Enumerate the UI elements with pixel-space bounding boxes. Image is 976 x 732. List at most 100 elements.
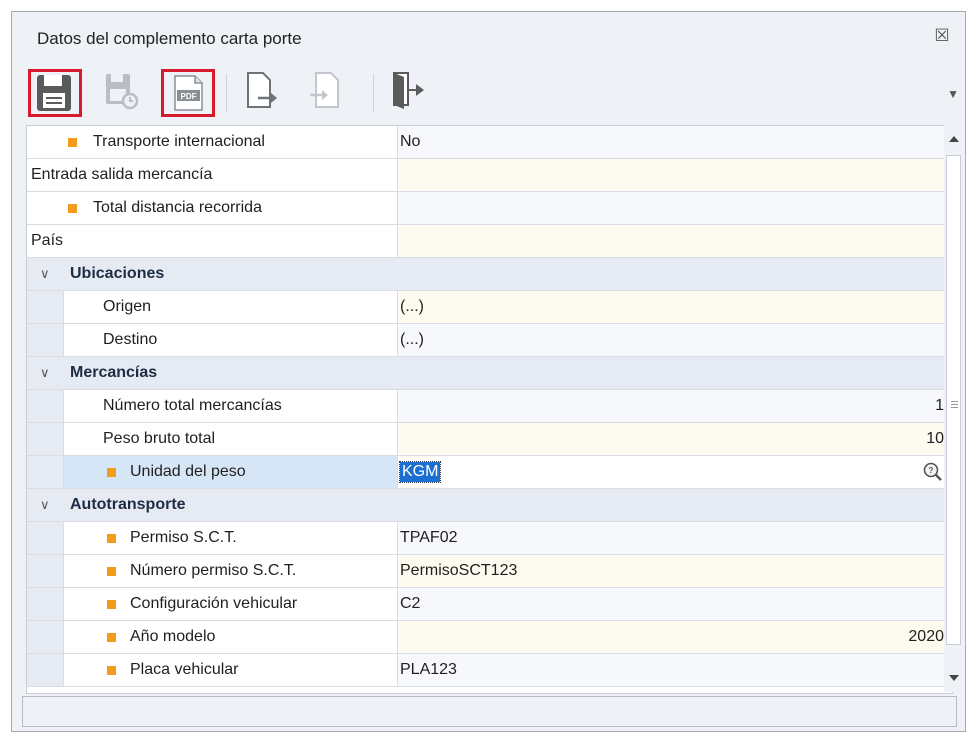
pdf-button[interactable]: PDF [161, 69, 215, 117]
scrollbar-thumb[interactable] [946, 155, 961, 645]
row-label: Entrada salida mercancía [31, 166, 213, 183]
row-value[interactable]: 2020 [397, 621, 952, 653]
save-close-button[interactable] [96, 69, 150, 117]
required-bullet-icon [107, 600, 116, 609]
grid-row-origen[interactable]: Origen (...) [27, 291, 952, 324]
row-value[interactable]: C2 [397, 588, 952, 620]
vertical-scrollbar[interactable] [944, 125, 963, 692]
property-grid: Transporte internacional No Entrada sali… [26, 125, 953, 694]
category-mercancias[interactable]: ∨ Mercancías [27, 357, 952, 390]
toolbar-separator [226, 74, 227, 112]
grid-row-unidad-del-peso[interactable]: Unidad del peso KGM ? [27, 456, 952, 489]
row-value[interactable]: PermisoSCT123 [397, 555, 952, 587]
row-indent [27, 456, 64, 488]
exit-button[interactable] [382, 69, 436, 117]
import-icon [310, 72, 339, 108]
grid-row-numero-total-mercancias[interactable]: Número total mercancías 1 [27, 390, 952, 423]
lookup-search-icon[interactable]: ? [922, 461, 944, 483]
required-bullet-icon [107, 666, 116, 675]
grid-row-total-distancia[interactable]: Total distancia recorrida [27, 192, 952, 225]
row-indent [27, 324, 64, 356]
row-value[interactable]: TPAF02 [397, 522, 952, 554]
row-value[interactable]: (...) [397, 324, 952, 356]
row-value[interactable]: PLA123 [397, 654, 952, 686]
export-icon [247, 72, 277, 108]
import-button[interactable] [302, 69, 356, 117]
required-bullet-icon [107, 633, 116, 642]
row-label: Permiso S.C.T. [130, 529, 237, 546]
row-label: Origen [103, 298, 152, 315]
row-value[interactable] [397, 225, 952, 257]
category-label: Ubicaciones [70, 265, 165, 282]
required-bullet-icon [68, 138, 77, 147]
row-label: País [31, 232, 64, 249]
row-value[interactable]: 10 [397, 423, 952, 455]
export-button[interactable] [236, 69, 290, 117]
toolbar-overflow-icon[interactable]: ▼ [947, 87, 959, 101]
grid-row-transporte-internacional[interactable]: Transporte internacional No [27, 126, 952, 159]
row-indent [27, 654, 64, 686]
pdf-icon: PDF [174, 75, 203, 111]
grid-row-permiso-sct[interactable]: Permiso S.C.T. TPAF02 [27, 522, 952, 555]
status-bar [22, 696, 957, 727]
row-indent [27, 390, 64, 422]
grid-row-placa-vehicular[interactable]: Placa vehicular PLA123 [27, 654, 952, 687]
exit-icon [393, 72, 424, 109]
row-label: Número total mercancías [103, 397, 282, 414]
required-bullet-icon [107, 468, 116, 477]
save-close-icon [106, 74, 139, 110]
chevron-down-icon[interactable]: ∨ [40, 258, 50, 290]
close-icon[interactable]: ☒ [933, 27, 951, 45]
required-bullet-icon [68, 204, 77, 213]
category-autotransporte[interactable]: ∨ Autotransporte [27, 489, 952, 522]
pdf-label: PDF [181, 92, 197, 101]
dialog-window: Datos del complemento carta porte ☒ PDF … [11, 11, 966, 732]
selected-value-text[interactable]: KGM [398, 461, 442, 483]
category-label: Mercancías [70, 364, 158, 381]
row-value[interactable]: (...) [397, 291, 952, 323]
row-label: Configuración vehicular [130, 595, 298, 612]
row-indent [27, 621, 64, 653]
unidad-peso-input[interactable]: KGM ? [397, 456, 952, 488]
row-label: Peso bruto total [103, 430, 216, 447]
row-label: Número permiso S.C.T. [130, 562, 297, 579]
category-label: Autotransporte [70, 496, 186, 513]
row-indent [27, 555, 64, 587]
row-label: Unidad del peso [130, 463, 246, 480]
required-bullet-icon [107, 534, 116, 543]
scroll-down-arrow-icon[interactable] [949, 675, 959, 681]
grid-row-entrada-salida[interactable]: Entrada salida mercancía [27, 159, 952, 192]
row-label: Total distancia recorrida [93, 199, 262, 216]
row-label: Placa vehicular [130, 661, 239, 678]
grid-row-pais[interactable]: País [27, 225, 952, 258]
row-value[interactable]: No [397, 126, 952, 158]
row-indent [27, 291, 64, 323]
save-button[interactable] [28, 69, 82, 117]
row-label: Transporte internacional [93, 133, 265, 150]
row-label: Destino [103, 331, 158, 348]
row-value[interactable]: 1 [397, 390, 952, 422]
row-indent [27, 522, 64, 554]
window-title: Datos del complemento carta porte [37, 29, 302, 48]
toolbar-separator [373, 74, 374, 112]
row-indent [27, 423, 64, 455]
row-label: Año modelo [130, 628, 216, 645]
title-bar: Datos del complemento carta porte ☒ [12, 12, 965, 62]
chevron-down-icon[interactable]: ∨ [40, 489, 50, 521]
grip-icon [951, 401, 958, 402]
row-value[interactable] [397, 159, 952, 191]
category-ubicaciones[interactable]: ∨ Ubicaciones [27, 258, 952, 291]
save-icon [37, 75, 71, 111]
grid-row-peso-bruto-total[interactable]: Peso bruto total 10 [27, 423, 952, 456]
svg-text:?: ? [929, 466, 934, 475]
grid-row-configuracion-vehicular[interactable]: Configuración vehicular C2 [27, 588, 952, 621]
row-indent [27, 588, 64, 620]
row-value[interactable] [397, 192, 952, 224]
scroll-up-arrow-icon[interactable] [949, 136, 959, 142]
required-bullet-icon [107, 567, 116, 576]
grid-row-destino[interactable]: Destino (...) [27, 324, 952, 357]
grid-row-numero-permiso-sct[interactable]: Número permiso S.C.T. PermisoSCT123 [27, 555, 952, 588]
chevron-down-icon[interactable]: ∨ [40, 357, 50, 389]
grid-row-ano-modelo[interactable]: Año modelo 2020 [27, 621, 952, 654]
toolbar: PDF ▼ [22, 62, 965, 120]
